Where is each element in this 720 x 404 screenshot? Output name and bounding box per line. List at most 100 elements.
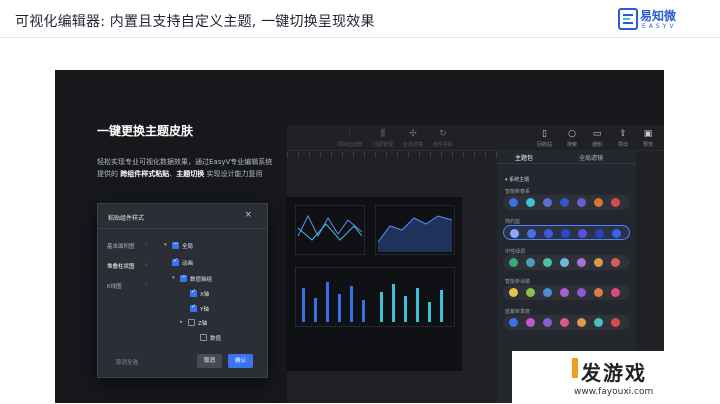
toolbar-callback[interactable]: ⫼ 回调管理 bbox=[373, 129, 393, 148]
toolbar-preview[interactable]: ▣ 预览 bbox=[643, 129, 653, 148]
desc-line-1: 轻松实现专业可视化数据效果，通过EasyV专业编辑系统 bbox=[97, 158, 273, 166]
theme-option[interactable]: 智能新涂装 bbox=[503, 278, 630, 300]
expand-toggle-icon[interactable]: ▾ bbox=[172, 275, 175, 281]
mini-bar-chart bbox=[295, 267, 455, 327]
mini-line-chart bbox=[295, 205, 365, 255]
theme-option[interactable]: 蓝紫新季度 bbox=[503, 308, 630, 330]
desc-text: 实现设计能力复用 bbox=[206, 170, 263, 178]
trash-icon: ▯ bbox=[542, 129, 547, 139]
color-swatch bbox=[560, 318, 569, 327]
refresh-icon: ↻ bbox=[439, 129, 447, 139]
desc-line-2: 提供的 跨组件样式粘贴、主题切换 实现设计能力复用 bbox=[97, 168, 272, 180]
toolbar-export[interactable]: ⇪ 导出 bbox=[618, 129, 628, 148]
desc-text: 提供的 bbox=[97, 170, 118, 178]
color-swatch bbox=[543, 318, 552, 327]
toolbar-label: 回调管理 bbox=[373, 142, 394, 148]
watermark-text: 发游戏 bbox=[581, 361, 647, 385]
check-icon: − bbox=[172, 240, 179, 247]
toolbar-update[interactable]: ↻ 组件更新 bbox=[433, 129, 453, 148]
checkbox[interactable] bbox=[200, 334, 207, 341]
component-type-label: K线图 bbox=[107, 284, 122, 290]
section-system-themes: ▾ 系统主题 bbox=[505, 177, 530, 183]
brand-name-en: EASYV bbox=[642, 23, 677, 30]
theme-option[interactable]: 中性绿调 bbox=[503, 248, 630, 270]
toolbar-filter[interactable]: ⫶ 项目过滤器 bbox=[337, 129, 362, 148]
color-swatch bbox=[544, 229, 553, 238]
theme-palette[interactable] bbox=[503, 195, 630, 210]
theme-name: 中性绿调 bbox=[505, 249, 526, 255]
check-icon: ✓ bbox=[190, 288, 197, 295]
checkbox[interactable]: − bbox=[172, 240, 179, 249]
color-swatch bbox=[594, 258, 603, 267]
toolbar-trash[interactable]: ▯ 回收站 bbox=[537, 129, 552, 148]
tree-node-label: 数值轴组 bbox=[190, 277, 213, 283]
color-swatch bbox=[611, 318, 620, 327]
tree-node-label: 动画 bbox=[182, 261, 194, 267]
close-icon[interactable]: × bbox=[244, 210, 252, 220]
checkbox[interactable]: ✓ bbox=[190, 303, 197, 312]
hero-title: 一键更换主题皮肤 bbox=[97, 124, 194, 138]
theme-name: 智能新涂装 bbox=[505, 279, 531, 285]
color-swatch bbox=[526, 318, 535, 327]
dialog-header: 粘贴组件样式 × bbox=[98, 204, 267, 229]
slide-header: 可视化编辑器: 内置且支持自定义主题, 一键切换呈现效果 易知微 EASYV bbox=[0, 0, 720, 38]
theme-option[interactable]: 简约蓝 bbox=[503, 218, 630, 240]
style-tree: ▾ − 全局 ✓ 动画 ▾ − 数值轴组 ✓ X轴 ✓ Y轴 ▸ Z轴 数值 bbox=[158, 230, 267, 348]
confirm-button[interactable]: 确认 bbox=[228, 354, 253, 368]
search-icon: ○ bbox=[568, 129, 576, 139]
canvas bbox=[287, 197, 462, 371]
color-swatch bbox=[577, 318, 586, 327]
theme-palette[interactable] bbox=[503, 255, 630, 270]
theme-palette[interactable] bbox=[503, 285, 630, 300]
checkbox[interactable]: ✓ bbox=[172, 257, 179, 266]
component-type-item[interactable]: K线图 › bbox=[107, 282, 147, 290]
component-type-item[interactable]: 堆叠柱状图 › bbox=[107, 262, 147, 270]
color-swatch bbox=[594, 198, 603, 207]
toolbar-label: 全局滤镜 bbox=[403, 142, 424, 148]
theme-option[interactable]: 智能新春系 bbox=[503, 188, 630, 210]
toolbar-label: 导出 bbox=[618, 142, 629, 148]
export-icon: ⇪ bbox=[619, 129, 627, 139]
toolbar-search[interactable]: ○ 搜索 bbox=[567, 129, 577, 148]
color-swatch bbox=[526, 258, 535, 267]
color-swatch bbox=[611, 258, 620, 267]
desc-bold: 主题切换 bbox=[176, 170, 205, 178]
component-type-list: 基本面积图 › 堆叠柱状图 › K线图 › bbox=[98, 230, 158, 348]
color-swatch bbox=[510, 229, 519, 238]
color-swatch bbox=[595, 229, 604, 238]
toolbar-message[interactable]: ▭ 通知 bbox=[592, 129, 602, 148]
check-icon: − bbox=[180, 273, 187, 280]
component-type-item[interactable]: 基本面积图 › bbox=[107, 242, 147, 250]
cancel-button[interactable]: 取消 bbox=[197, 354, 222, 368]
watermark-mark bbox=[572, 358, 578, 378]
theme-name: 智能新春系 bbox=[505, 189, 531, 195]
desc-bold: 跨组件样式粘贴 bbox=[120, 170, 170, 178]
toolbar-label: 回收站 bbox=[537, 142, 553, 148]
color-swatch bbox=[561, 229, 570, 238]
mini-area-chart bbox=[375, 205, 455, 255]
expand-toggle-icon[interactable]: ▾ bbox=[164, 242, 167, 248]
color-swatch bbox=[577, 258, 586, 267]
editor-toolbar: ⫶ 项目过滤器 ⫼ 回调管理 ✣ 全局滤镜 ↻ 组件更新 ▯ 回收站 ○ 搜索 ▭ 通知 ⇪ 导… bbox=[287, 125, 664, 151]
tab-global-filter[interactable]: 全局滤镜 bbox=[579, 153, 603, 162]
tab-theme-pack[interactable]: 主题包 bbox=[515, 153, 533, 162]
checkbox[interactable]: − bbox=[180, 273, 187, 282]
global-filter-icon: ✣ bbox=[409, 129, 417, 139]
toolbar-label: 组件更新 bbox=[433, 142, 454, 148]
color-swatch bbox=[577, 288, 586, 297]
theme-palette[interactable] bbox=[503, 315, 630, 330]
checkbox[interactable]: ✓ bbox=[190, 288, 197, 297]
slide-title: 可视化编辑器: 内置且支持自定义主题, 一键切换呈现效果 bbox=[15, 14, 375, 30]
color-swatch bbox=[578, 229, 587, 238]
checkbox[interactable] bbox=[188, 319, 195, 326]
chevron-right-icon: › bbox=[145, 242, 148, 248]
hero-description: 轻松实现专业可视化数据效果，通过EasyV专业编辑系统 提供的 跨组件样式粘贴、… bbox=[97, 156, 272, 180]
paste-style-dialog: 粘贴组件样式 × 基本面积图 › 堆叠柱状图 › K线图 › ▾ − 全局 ✓ 动画 ▾ − 数… bbox=[97, 203, 268, 378]
expand-toggle-icon[interactable]: ▸ bbox=[180, 319, 183, 325]
toolbar-global-filter[interactable]: ✣ 全局滤镜 bbox=[403, 129, 423, 148]
component-type-label: 基本面积图 bbox=[107, 244, 135, 250]
callback-icon: ⫼ bbox=[380, 129, 386, 139]
deselect-all-link[interactable]: 取消全选 bbox=[116, 358, 138, 366]
color-swatch bbox=[594, 288, 603, 297]
theme-palette[interactable] bbox=[503, 225, 630, 240]
